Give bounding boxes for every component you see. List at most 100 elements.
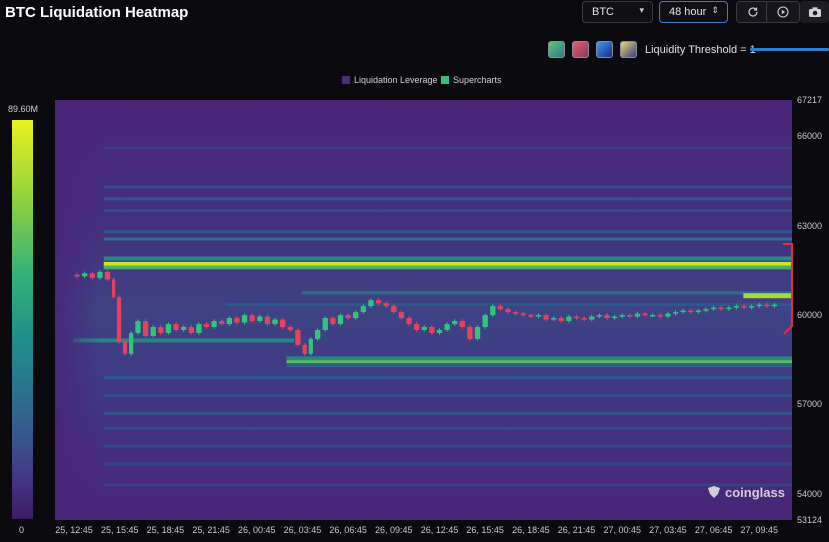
red-theme-swatch[interactable] [572, 41, 589, 58]
x-tick-label: 25, 21:45 [192, 525, 230, 535]
heatmap-background [55, 100, 792, 520]
candle-body [97, 271, 103, 278]
candle-body [726, 307, 732, 310]
candle-body [710, 307, 717, 310]
candle-body [421, 327, 427, 330]
blue-theme-swatch[interactable] [596, 41, 613, 58]
page-title: BTC Liquidation Heatmap [5, 4, 189, 21]
x-tick-label: 25, 15:45 [100, 525, 139, 535]
liquidity-band [103, 265, 792, 270]
coinglass-watermark: coinglass [706, 485, 785, 500]
candle-body [551, 318, 557, 320]
candle-body [627, 315, 633, 317]
legend-item-liquidation-leverage[interactable]: Liquidation Leverage [342, 75, 438, 85]
candle-body [497, 306, 504, 310]
candle-body [589, 316, 595, 320]
candle-body [315, 329, 321, 339]
chevron-down-icon: ▾ [639, 5, 644, 15]
candle-body [535, 315, 542, 317]
liquidity-band [103, 483, 792, 487]
candle-body [642, 313, 648, 316]
candle-body [279, 319, 286, 328]
x-tick-label: 27, 09:45 [740, 525, 779, 535]
refresh-icon [748, 7, 758, 17]
liquidity-band [103, 230, 792, 234]
coin-select[interactable]: BTC ▾ [582, 1, 653, 23]
x-tick-label: 26, 06:45 [329, 525, 367, 535]
candle-body [611, 316, 618, 319]
candle-body [429, 327, 435, 333]
candle-body [558, 318, 564, 322]
time-range-value: 48 hour [669, 6, 707, 18]
y-tick-label: 67217 [797, 95, 823, 105]
candle-body [581, 318, 587, 320]
liquidity-threshold-slider[interactable] [750, 48, 829, 51]
candle-body [520, 313, 526, 316]
candle-body [104, 271, 111, 280]
candle-body [74, 274, 80, 277]
refresh-button[interactable] [736, 1, 770, 23]
green-theme-swatch[interactable] [548, 41, 565, 58]
candle-body [272, 319, 278, 325]
y-tick-label: 60000 [797, 310, 823, 321]
candle-body [436, 329, 443, 333]
candle-body [490, 306, 496, 316]
candle-body [241, 315, 248, 323]
x-tick-label: 25, 12:45 [55, 525, 93, 535]
candle-body [219, 321, 225, 325]
liquidity-band [103, 256, 792, 261]
liquidity-band [103, 411, 792, 415]
screenshot-button[interactable] [800, 1, 829, 23]
yellow-theme-swatch[interactable] [620, 41, 637, 58]
candle-body [135, 321, 141, 333]
play-button[interactable] [766, 1, 800, 23]
annotation-bracket [783, 243, 793, 335]
candle-body [688, 310, 694, 313]
colorbar-min-label: 0 [19, 525, 25, 535]
candle-body [249, 315, 255, 322]
x-tick-label: 26, 15:45 [466, 525, 504, 535]
candle-body [302, 344, 307, 354]
x-tick-label: 26, 18:45 [512, 525, 550, 535]
candle-body [257, 316, 263, 322]
x-tick-label: 26, 12:45 [420, 525, 459, 535]
candle-body [665, 313, 671, 317]
colorbar-max-label: 89.60M [8, 104, 39, 114]
y-tick-label: 66000 [797, 131, 823, 142]
candle-body [604, 315, 610, 319]
heatmap-plot[interactable] [55, 100, 792, 520]
candle-body [368, 300, 374, 307]
liquidity-band [286, 364, 792, 368]
liquidity-band [103, 146, 792, 150]
candle-body [122, 341, 128, 354]
candle-body [573, 316, 580, 319]
y-tick-label: 53124 [797, 515, 823, 525]
candle-body [129, 332, 134, 354]
candle-body [718, 307, 724, 310]
liquidity-band [103, 426, 792, 430]
candle-body [680, 310, 686, 313]
x-tick-label: 25, 18:45 [146, 525, 185, 535]
candle-body [142, 321, 149, 336]
candle-body [619, 315, 625, 317]
candle-body [181, 327, 187, 330]
candle-body [444, 324, 450, 330]
candle-body [771, 304, 778, 307]
liquidity-band [103, 444, 792, 448]
candle-body [512, 312, 519, 314]
time-range-select[interactable]: 48 hour ⇕ [659, 1, 728, 23]
candle-body [596, 315, 603, 317]
y-tick-label: 57000 [797, 399, 823, 410]
candle-body [756, 304, 762, 307]
colorbar [12, 120, 33, 519]
legend-item-supercharts[interactable]: Supercharts [441, 75, 502, 85]
candle-body [112, 279, 116, 298]
x-tick-label: 26, 21:45 [557, 525, 596, 535]
liquidity-band [286, 356, 792, 361]
candle-body [482, 315, 488, 328]
candle-body [234, 318, 240, 323]
candle-body [467, 327, 473, 339]
x-tick-label: 27, 00:45 [603, 525, 641, 535]
legend-swatch [441, 76, 449, 84]
legend-label: Supercharts [453, 75, 502, 85]
